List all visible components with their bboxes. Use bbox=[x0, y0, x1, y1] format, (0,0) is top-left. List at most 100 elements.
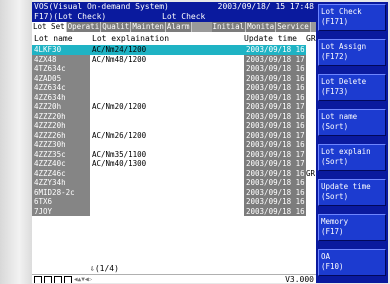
datetime: 2003/09/18/ 15 17:48 bbox=[217, 2, 314, 11]
update-time-cell: 2003/09/18 17:00 bbox=[244, 149, 319, 159]
status-bar: ◀▲▼◀▷ V3.000 bbox=[32, 274, 316, 283]
function-key-3[interactable]: Lot Delete (F173) bbox=[318, 74, 386, 101]
table-row[interactable]: 4ZZZ20h 2003/09/18 16:29 bbox=[32, 111, 319, 121]
status-box-icon bbox=[64, 275, 72, 283]
update-time-cell: 2003/09/18 17:00 bbox=[244, 159, 319, 169]
lot-name-cell: 4ZZY34h bbox=[32, 178, 90, 188]
update-time-cell: 2003/09/18 16:29 bbox=[244, 197, 319, 207]
title-bar: VOS(Visual On-demand System) 2003/09/18/… bbox=[32, 2, 316, 12]
table-row[interactable]: 4ZX48 AC/Nm48/1200 2003/09/18 17:00 bbox=[32, 54, 319, 64]
function-key-label: Lot Check bbox=[321, 7, 362, 16]
function-key-code: (F172) bbox=[321, 52, 349, 61]
function-key-5[interactable]: Lot explain (Sort) bbox=[318, 144, 386, 171]
tab-spacer bbox=[191, 22, 212, 32]
update-time-cell: 2003/09/18 16:37 bbox=[244, 45, 319, 55]
tab-monitor[interactable]: Monita bbox=[246, 22, 277, 32]
update-time-cell: 2003/09/18 17:00 bbox=[244, 54, 319, 64]
lot-name-cell: 4ZZ634c bbox=[32, 83, 90, 93]
tab-quality[interactable]: Qualit bbox=[101, 22, 132, 32]
lot-name-cell: 6MID28-2c bbox=[32, 187, 90, 197]
function-key-label: Update time bbox=[321, 182, 371, 191]
main-panel: VOS(Visual On-demand System) 2003/09/18/… bbox=[32, 2, 319, 283]
lot-table: 4LKF30 AC/Nm24/1200 2003/09/18 16:37 4ZX48 A… bbox=[32, 45, 319, 216]
table-row[interactable]: 4ZZ634h 2003/09/18 16:29 bbox=[32, 92, 319, 102]
update-time-cell: 2003/09/18 16:29 bbox=[244, 73, 319, 83]
table-row[interactable]: 4ZZ20h AC/Nm20/1200 2003/09/18 17:00 bbox=[32, 102, 319, 112]
tab-operation[interactable]: Operati bbox=[66, 22, 102, 32]
function-key-2[interactable]: Lot Assign (F172) bbox=[318, 39, 386, 66]
lot-name-cell: 4ZAD05 bbox=[32, 73, 90, 83]
function-key-8[interactable]: OA (F10) bbox=[318, 249, 386, 276]
table-row[interactable]: 6MID28-2c 2003/09/18 16:29 bbox=[32, 187, 319, 197]
lot-name-cell: 4ZZZ20h bbox=[32, 111, 90, 121]
lot-explanation-cell: AC/Nm24/1200 bbox=[90, 45, 246, 55]
lot-name-cell: 4ZZ634h bbox=[32, 92, 90, 102]
table-row[interactable]: 4ZZZ40c AC/Nm40/1300 2003/09/18 17:00 bbox=[32, 159, 319, 169]
lot-name-cell: 4ZZZ26h bbox=[32, 130, 90, 140]
lot-name-cell: 4ZX48 bbox=[32, 54, 90, 64]
lot-name-cell: 4ZZZ46c bbox=[32, 168, 90, 178]
function-key-label: Lot explain bbox=[321, 147, 371, 156]
lot-name-cell: 4ZZZ30h bbox=[32, 140, 90, 150]
tab-maintenance[interactable]: Mainten bbox=[131, 22, 166, 32]
lot-explanation-cell: AC/Nm20/1200 bbox=[92, 102, 147, 111]
app-title: VOS(Visual On-demand System) bbox=[34, 2, 169, 11]
function-key-1[interactable]: Lot Check (F171) bbox=[318, 4, 386, 31]
table-row[interactable]: 4ZZ634c 2003/09/18 16:29 bbox=[32, 83, 319, 93]
update-time-cell: 2003/09/18 16:29 bbox=[244, 92, 319, 102]
update-time-cell: 2003/09/18 17:00 bbox=[244, 130, 319, 140]
lot-explanation-cell: AC/Nm48/1200 bbox=[92, 54, 147, 64]
col-gr: GR bbox=[306, 34, 316, 43]
nav-arrows-icon: ◀▲▼◀▷ bbox=[74, 276, 93, 283]
screen-title: Lot Check bbox=[162, 12, 206, 21]
update-time-cell: 2003/09/18 16:29 bbox=[244, 64, 319, 74]
function-key-code: (Sort) bbox=[321, 157, 349, 166]
function-key-label: Lot Delete bbox=[321, 77, 367, 86]
update-time-cell: 2003/09/18 16:29 bbox=[244, 187, 319, 197]
table-row[interactable]: 4ZZZ35c AC/Nm35/1100 2003/09/18 17:00 bbox=[32, 149, 319, 159]
table-row[interactable]: 4ZZY34h 2003/09/18 16:29 bbox=[32, 178, 318, 188]
device-bezel bbox=[0, 0, 32, 284]
table-row[interactable]: 4ZZZ30h 2003/09/18 16:29 bbox=[32, 140, 318, 150]
function-key-code: (Sort) bbox=[321, 192, 349, 201]
table-row[interactable]: 4ZZZ46c 2003/09/18 16:29 GR bbox=[32, 168, 318, 178]
lot-name-cell: 4ZZZ35c bbox=[32, 149, 90, 159]
table-row[interactable]: 4ZAD05 2003/09/18 16:29 bbox=[32, 73, 319, 83]
table-row[interactable]: 4ZZZ20h 2003/09/18 16:29 bbox=[32, 121, 319, 131]
col-update-time: Update time bbox=[244, 34, 297, 43]
table-row[interactable]: 7JOY 2003/09/18 16:29 bbox=[32, 206, 319, 216]
table-row[interactable]: 4TZ634c 2003/09/18 16:29 bbox=[32, 64, 319, 74]
function-key-code: (F171) bbox=[321, 17, 349, 26]
table-header: Lot name Lot explaination Update time GR bbox=[32, 33, 316, 44]
lot-name-cell: 4ZZZ40c bbox=[32, 159, 90, 169]
lot-explanation-cell: AC/Nm26/1200 bbox=[92, 130, 147, 140]
status-box-icon bbox=[44, 275, 52, 283]
tab-initial[interactable]: Initial bbox=[211, 22, 247, 32]
tab-alarm[interactable]: Alarm bbox=[165, 22, 192, 32]
tab-service[interactable]: Service bbox=[276, 22, 311, 32]
lot-name-cell: 4TZ634c bbox=[32, 64, 90, 74]
update-time-cell: 2003/09/18 16:29 bbox=[244, 111, 319, 121]
update-time-cell: 2003/09/18 17:00 bbox=[244, 102, 319, 112]
lot-explanation-cell: AC/Nm35/1100 bbox=[92, 149, 147, 159]
table-row[interactable]: 4LKF30 AC/Nm24/1200 2003/09/18 16:37 bbox=[32, 45, 319, 55]
version-label: V3.000 bbox=[285, 275, 314, 283]
tab-bar: Lot Set Operati Qualit Mainten Alarm Ini… bbox=[32, 22, 316, 32]
update-time-cell: 2003/09/18 16:29 bbox=[244, 83, 319, 93]
update-time-cell: 2003/09/18 16:29 bbox=[244, 206, 319, 216]
function-key-label: OA bbox=[321, 252, 331, 261]
update-time-cell: 2003/09/18 16:29 bbox=[244, 121, 319, 131]
function-key-6[interactable]: Update time (Sort) bbox=[318, 179, 386, 206]
function-key-4[interactable]: Lot name (Sort) bbox=[318, 109, 386, 136]
function-key-label: Memory bbox=[321, 217, 349, 226]
function-key-7[interactable]: Memory (F17) bbox=[318, 214, 386, 241]
table-row[interactable]: 6TX6 2003/09/18 16:29 bbox=[32, 197, 319, 207]
tab-lot-set[interactable]: Lot Set bbox=[32, 22, 67, 32]
gr-cell: GR bbox=[306, 168, 316, 178]
col-lot-name: Lot name bbox=[34, 34, 73, 43]
lot-name-cell: 4ZZZ20h bbox=[32, 121, 90, 131]
table-row[interactable]: 4ZZZ26h AC/Nm26/1200 2003/09/18 17:00 bbox=[32, 130, 319, 140]
function-key-label: Lot name bbox=[321, 112, 358, 121]
status-box-icon bbox=[54, 275, 62, 283]
page-indicator[interactable]: ⇩(1/4) bbox=[90, 264, 119, 274]
